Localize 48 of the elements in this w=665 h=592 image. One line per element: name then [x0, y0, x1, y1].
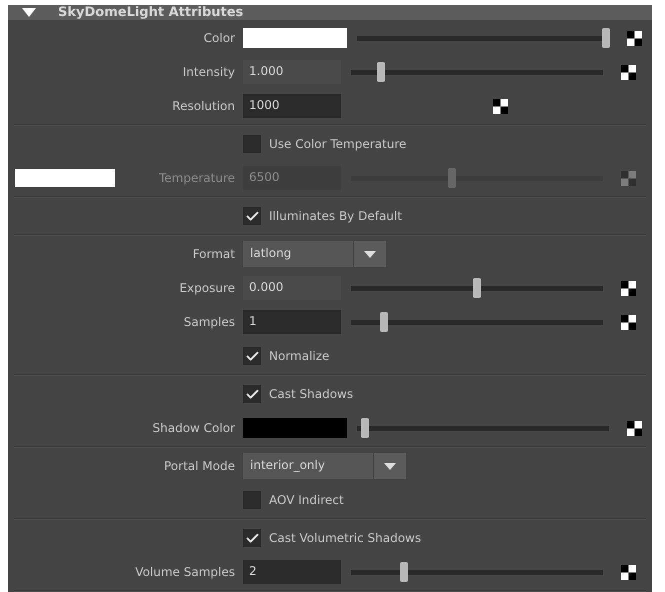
attribute-label: Intensity [182, 65, 235, 79]
checkbox-label: Use Color Temperature [269, 137, 406, 151]
slider-handle[interactable] [473, 278, 481, 298]
value-field[interactable]: 1000 [243, 94, 341, 118]
triangle-icon[interactable] [22, 8, 36, 17]
section-header[interactable]: SkyDomeLight Attributes [8, 5, 652, 20]
value-field[interactable]: 1 [243, 310, 341, 334]
checkbox[interactable] [243, 347, 261, 365]
checkbox[interactable] [243, 207, 261, 225]
checkbox-label: AOV Indirect [269, 493, 344, 507]
checker-icon[interactable] [621, 64, 636, 80]
caret-icon [364, 250, 376, 258]
color-swatch[interactable] [243, 28, 347, 48]
attribute-label: Volume Samples [135, 565, 235, 579]
value-field[interactable]: 1.000 [243, 60, 341, 84]
checkbox-label: Normalize [269, 349, 330, 363]
attribute-label: Exposure [179, 281, 235, 295]
checker-icon[interactable] [621, 564, 636, 580]
checkbox[interactable] [243, 491, 261, 509]
attribute-label: Color [204, 31, 235, 45]
slider-handle[interactable] [400, 562, 408, 582]
checker-icon[interactable] [621, 170, 636, 186]
attribute-label: Portal Mode [164, 459, 235, 473]
color-swatch[interactable] [243, 418, 347, 438]
slider-handle[interactable] [602, 28, 610, 48]
checkbox[interactable] [243, 135, 261, 153]
attribute-label: Format [192, 247, 235, 261]
checkbox-label: Cast Shadows [269, 387, 354, 401]
checker-icon[interactable] [627, 420, 642, 436]
attribute-label: Resolution [172, 99, 235, 113]
attribute-label: Temperature [158, 171, 235, 185]
attribute-label: Shadow Color [152, 421, 235, 435]
checker-icon[interactable] [493, 98, 508, 114]
attribute-label: Samples [184, 315, 235, 329]
slider-handle[interactable] [377, 62, 386, 82]
section-title: SkyDomeLight Attributes [58, 5, 244, 20]
checker-icon[interactable] [621, 314, 636, 330]
checker-icon[interactable] [627, 30, 642, 46]
slider-handle[interactable] [360, 418, 369, 438]
slider-handle[interactable] [380, 312, 388, 332]
value-field[interactable]: 0.000 [243, 276, 341, 300]
caret-icon [384, 462, 396, 470]
checkbox-label: Illuminates By Default [269, 209, 402, 223]
checkbox[interactable] [243, 529, 261, 547]
checker-icon[interactable] [621, 280, 636, 296]
value-field[interactable]: 2 [243, 560, 341, 584]
checkbox-label: Cast Volumetric Shadows [269, 531, 422, 545]
checkbox[interactable] [243, 385, 261, 403]
